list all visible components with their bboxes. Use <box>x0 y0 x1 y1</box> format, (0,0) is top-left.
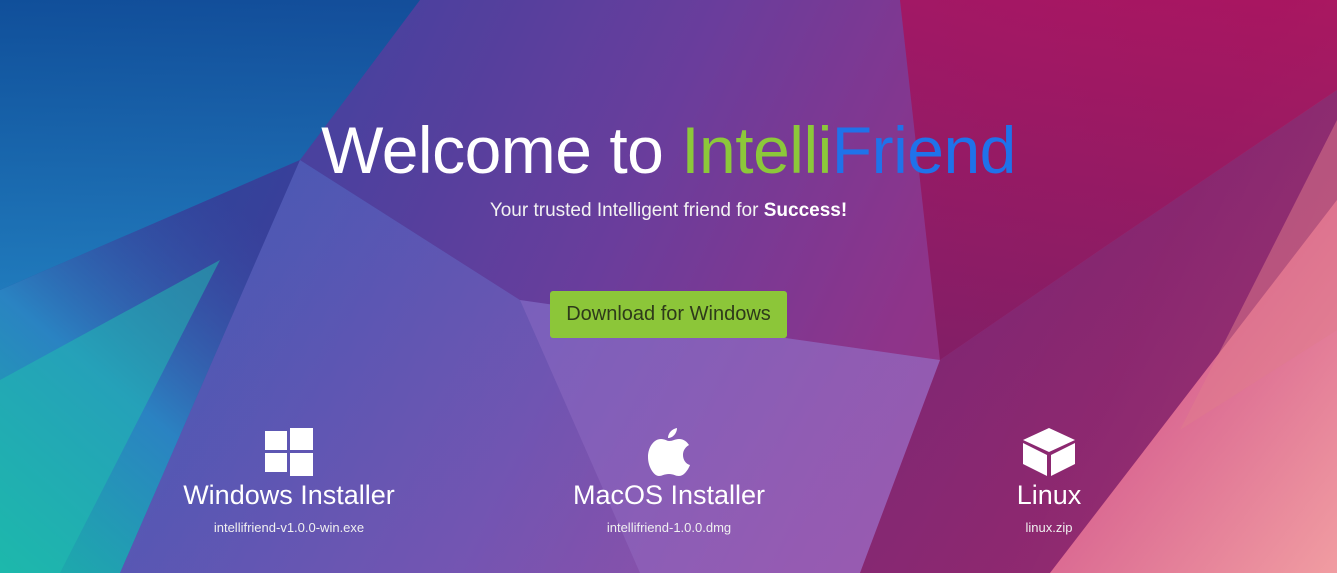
package-box-icon <box>1023 428 1075 476</box>
installer-filename: intellifriend-1.0.0.dmg <box>606 520 732 535</box>
hero-section: Welcome to IntelliFriend Your trusted In… <box>0 0 1337 573</box>
installer-name: Linux <box>1016 480 1082 510</box>
title-brand-friend: Friend <box>831 113 1017 187</box>
tagline-emphasis: Success! <box>763 200 848 221</box>
apple-logo-icon <box>648 428 690 476</box>
windows-installer-link[interactable]: Windows Installer intellifriend-v1.0.0-w… <box>159 428 419 535</box>
linux-installer-link[interactable]: Linux linux.zip <box>919 428 1179 535</box>
installer-name: MacOS Installer <box>572 480 766 510</box>
macos-installer-link[interactable]: MacOS Installer intellifriend-1.0.0.dmg <box>539 428 799 535</box>
windows-logo-icon <box>265 428 313 476</box>
installer-filename: linux.zip <box>1025 520 1073 535</box>
download-windows-button[interactable]: Download for Windows <box>550 291 787 338</box>
title-brand-intelli: Intelli <box>681 113 832 187</box>
page-title: Welcome to IntelliFriend <box>0 110 1337 190</box>
tagline: Your trusted Intelligent friend for Succ… <box>0 200 1337 222</box>
tagline-text: Your trusted Intelligent friend for <box>489 200 764 221</box>
title-prefix: Welcome to <box>321 113 682 187</box>
installer-name: Windows Installer <box>183 480 395 510</box>
installer-filename: intellifriend-v1.0.0-win.exe <box>213 520 365 535</box>
